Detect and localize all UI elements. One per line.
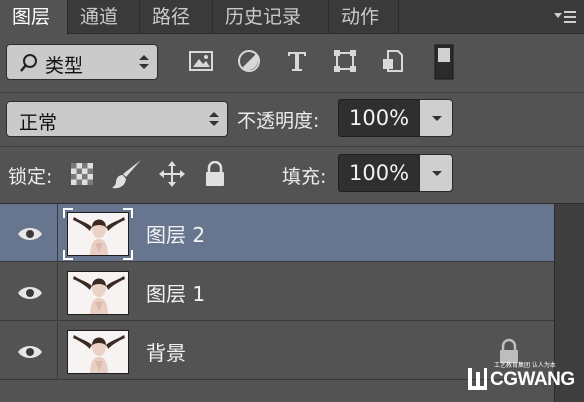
tab-label: 历史记录	[225, 6, 302, 28]
filter-type-dropdown[interactable]: 类型	[6, 44, 158, 80]
watermark-tagline: 工艺教育集团 认人为本	[494, 362, 556, 369]
visibility-toggle[interactable]	[0, 204, 58, 262]
chevron-down-icon	[432, 116, 442, 121]
watermark-brand: CGWANG	[490, 369, 575, 390]
updown-arrow-icon	[209, 111, 219, 127]
eye-icon	[18, 287, 42, 299]
panel-tab-bar: 图层 通道 路径 历史记录 动作	[0, 0, 584, 35]
tab-label: 路径	[152, 6, 191, 28]
shape-filter-icon[interactable]	[332, 48, 358, 74]
type-filter-icon[interactable]	[284, 48, 310, 74]
layer-name[interactable]: 背景	[146, 337, 186, 366]
lock-position-icon[interactable]	[158, 160, 186, 188]
adjustment-filter-icon[interactable]	[236, 48, 262, 74]
tab-channels[interactable]: 通道	[68, 0, 140, 34]
layer-thumbnail	[67, 212, 129, 256]
opacity-input[interactable]: 100%	[338, 99, 420, 137]
fill-dropdown-button[interactable]	[419, 154, 453, 192]
watermark-logo: 工艺教育集团 认人为本 CGWANG	[466, 360, 584, 400]
eye-icon	[18, 346, 42, 358]
layer-row[interactable]: 图层 2	[0, 204, 554, 262]
selection-corner	[63, 250, 73, 260]
filter-toggle-icon[interactable]	[434, 44, 454, 80]
lock-label: 锁定:	[8, 166, 53, 188]
updown-arrow-icon	[139, 54, 149, 70]
layer-name[interactable]: 图层 2	[146, 219, 205, 248]
watermark-emblem-icon	[468, 368, 487, 390]
smart-object-filter-icon[interactable]	[380, 48, 406, 74]
layer-thumbnail	[67, 271, 129, 315]
lock-all-icon[interactable]	[204, 161, 226, 187]
tab-paths[interactable]: 路径	[140, 0, 213, 34]
tab-label: 通道	[80, 6, 119, 28]
lock-image-pixels-icon[interactable]	[110, 157, 144, 191]
panel-menu-icon[interactable]	[554, 8, 576, 26]
opacity-label: 不透明度:	[237, 110, 320, 132]
eye-icon	[18, 228, 42, 240]
fill-label: 填充:	[282, 166, 327, 188]
blend-mode-dropdown[interactable]: 正常	[6, 101, 228, 137]
selection-corner	[63, 208, 73, 218]
search-icon	[20, 54, 37, 72]
blend-mode-value: 正常	[19, 112, 58, 134]
fill-input[interactable]: 100%	[338, 154, 420, 192]
layer-name[interactable]: 图层 1	[146, 278, 205, 307]
chevron-down-icon	[432, 171, 442, 176]
tab-actions[interactable]: 动作	[329, 0, 399, 34]
lock-transparent-pixels-icon[interactable]	[70, 162, 94, 186]
filter-type-label: 类型	[45, 55, 84, 77]
selection-corner	[123, 208, 133, 218]
divider	[0, 146, 584, 147]
opacity-dropdown-button[interactable]	[419, 99, 453, 137]
layer-row[interactable]: 图层 1	[0, 263, 554, 321]
tab-label: 动作	[341, 6, 380, 28]
tab-layers[interactable]: 图层	[0, 0, 68, 35]
tab-history[interactable]: 历史记录	[213, 0, 329, 34]
visibility-toggle[interactable]	[0, 322, 58, 380]
tab-label: 图层	[12, 6, 51, 28]
visibility-toggle[interactable]	[0, 263, 58, 321]
selection-corner	[123, 250, 133, 260]
layer-thumbnail	[67, 330, 129, 374]
divider	[0, 92, 584, 93]
pixel-filter-icon[interactable]	[188, 48, 214, 74]
